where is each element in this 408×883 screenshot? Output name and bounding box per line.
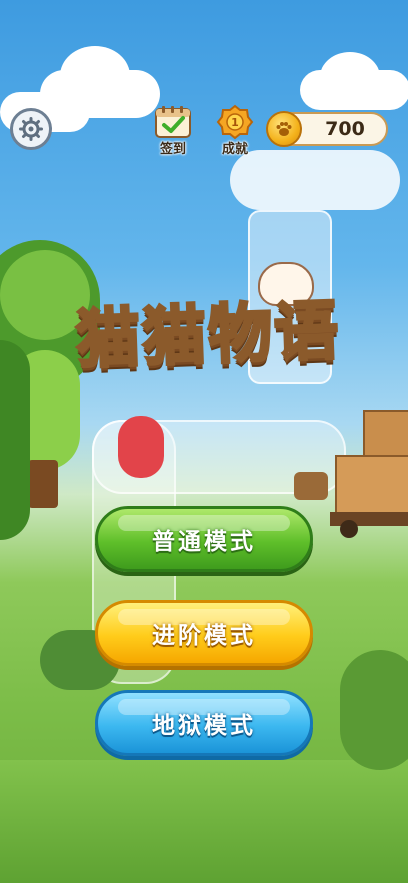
game-home-screen: 签到 1 成就 700 猫猫物语 普通模式 进阶模式 地狱模式 xyxy=(0,0,408,883)
achievement-label: 成就 xyxy=(221,142,248,157)
game-title: 猫猫物语 xyxy=(38,282,378,379)
grass xyxy=(0,760,408,883)
tree xyxy=(0,340,30,540)
cat-character-red xyxy=(118,416,164,478)
cloud xyxy=(230,150,400,210)
calendar-check-icon xyxy=(155,106,191,138)
checkin-label: 签到 xyxy=(159,142,186,157)
achievement-button[interactable]: 1 成就 xyxy=(210,104,260,157)
game-title-text: 猫猫物语 xyxy=(73,293,342,379)
paw-coin-icon xyxy=(266,111,302,147)
hell-mode-button[interactable]: 地狱模式 xyxy=(95,690,313,756)
trophy-badge-icon: 1 xyxy=(216,104,254,140)
bush xyxy=(340,650,408,770)
normal-mode-button[interactable]: 普通模式 xyxy=(95,506,313,572)
cardboard-box xyxy=(363,410,408,458)
cloud xyxy=(320,52,380,102)
settings-button[interactable] xyxy=(10,108,52,150)
checkin-button[interactable]: 签到 xyxy=(148,104,198,157)
hell-mode-label: 地狱模式 xyxy=(152,713,256,739)
cart-wheel xyxy=(340,520,358,538)
tree-stump xyxy=(294,472,328,500)
normal-mode-label: 普通模式 xyxy=(152,529,256,555)
cardboard-box xyxy=(335,455,408,519)
advanced-mode-button[interactable]: 进阶模式 xyxy=(95,600,313,666)
svg-text:1: 1 xyxy=(231,116,239,129)
advanced-mode-label: 进阶模式 xyxy=(152,623,256,649)
gear-icon xyxy=(19,117,43,141)
coin-value: 700 xyxy=(325,118,365,140)
tree-trunk xyxy=(28,460,58,508)
